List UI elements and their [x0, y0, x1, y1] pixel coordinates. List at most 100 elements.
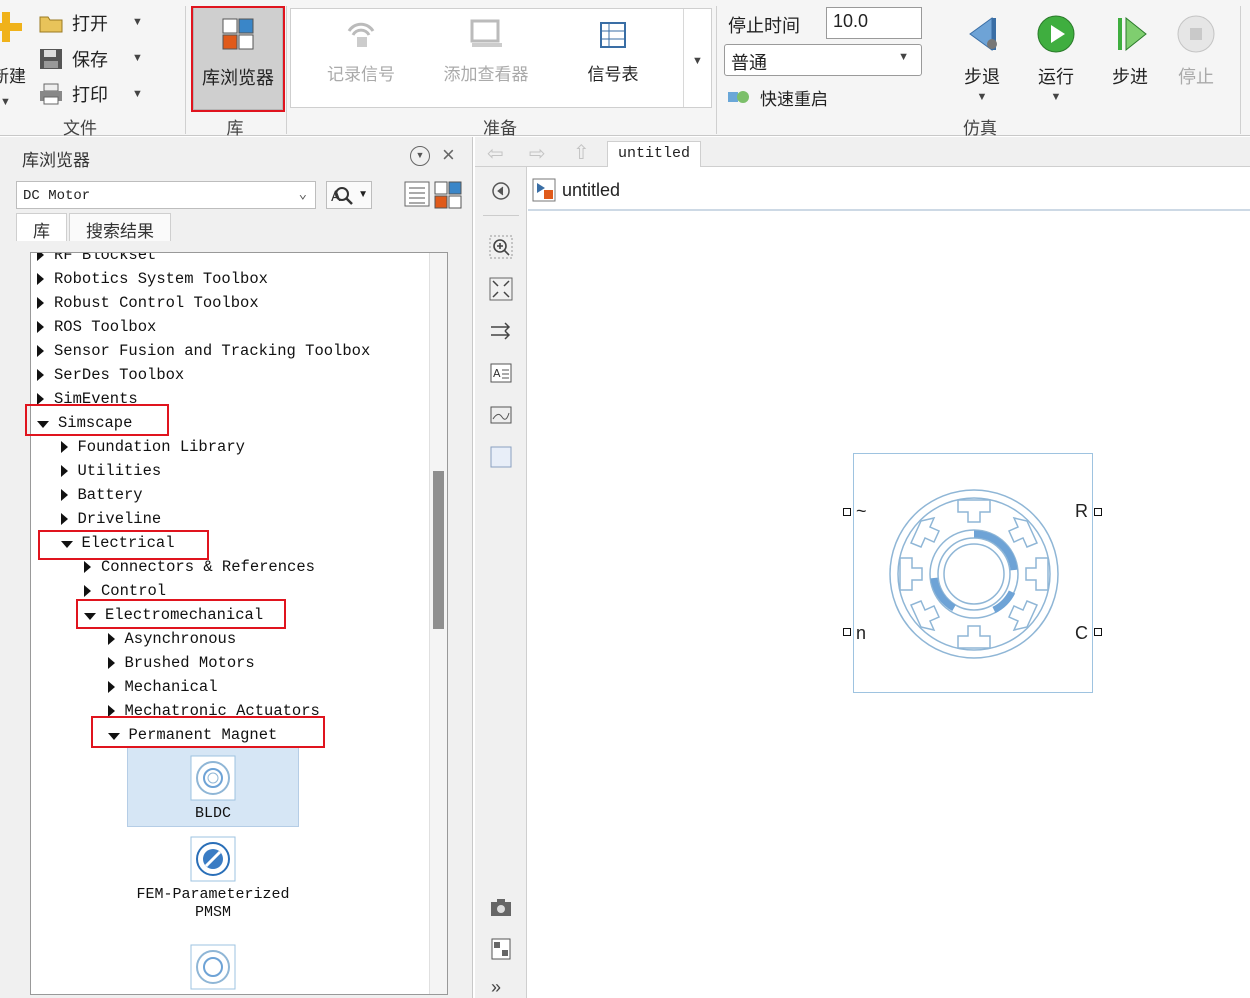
prepare-group-title: 准备: [483, 119, 517, 138]
model-browser-icon[interactable]: [489, 937, 513, 961]
print-button[interactable]: 打印: [38, 79, 108, 109]
expand-right-icon[interactable]: [107, 681, 115, 693]
expand-right-icon[interactable]: [60, 465, 68, 477]
port-right-bottom[interactable]: [1094, 628, 1102, 636]
divider: [286, 6, 287, 134]
chevron-down-icon[interactable]: ▼: [0, 96, 11, 108]
expand-right-icon[interactable]: [37, 345, 44, 357]
scroll-thumb[interactable]: [433, 471, 444, 629]
model-tab[interactable]: untitled: [607, 141, 702, 167]
expand-right-icon[interactable]: [84, 585, 91, 597]
search-button[interactable]: A ▼: [326, 181, 372, 209]
tree-item[interactable]: RF Blockset: [37, 253, 156, 267]
tree-item[interactable]: ROS Toolbox: [37, 315, 156, 339]
area-icon[interactable]: [489, 445, 513, 469]
fit-to-view-icon[interactable]: [489, 277, 513, 301]
expand-right-icon[interactable]: [60, 441, 68, 453]
tree-item-label: ROS Toolbox: [54, 318, 157, 336]
stop-button[interactable]: 停止: [1170, 14, 1222, 89]
panel-header: 库浏览器 ▼ ×: [0, 137, 473, 173]
image-icon[interactable]: [489, 403, 513, 427]
tree-item[interactable]: Sensor Fusion and Tracking Toolbox: [37, 339, 370, 363]
divider: [483, 215, 519, 216]
expand-right-icon[interactable]: [37, 321, 44, 333]
expand-right-icon[interactable]: [84, 561, 91, 573]
double-chevron-icon[interactable]: »: [491, 977, 501, 998]
chevron-down-icon: ▼: [898, 51, 909, 63]
tree-item-label: Brushed Motors: [124, 654, 255, 672]
hide-browser-icon[interactable]: [489, 179, 513, 203]
expand-right-icon[interactable]: [107, 657, 115, 669]
block-tile-fem-pmsm[interactable]: FEM-Parameterized PMSM: [127, 835, 299, 935]
library-grid-icon[interactable]: [434, 181, 462, 212]
expand-right-icon[interactable]: [107, 633, 115, 645]
tree-item[interactable]: Brushed Motors: [107, 651, 255, 675]
port-label-right-bottom: C: [1075, 623, 1088, 643]
camera-icon[interactable]: [489, 895, 513, 919]
tree-item[interactable]: Driveline: [60, 507, 161, 531]
expand-right-icon[interactable]: [37, 369, 44, 381]
tab-library[interactable]: 库: [16, 213, 67, 241]
add-viewer-button[interactable]: 添加查看器: [431, 17, 541, 85]
list-view-icon[interactable]: [404, 181, 430, 210]
chevron-down-icon[interactable]: ⌄: [299, 186, 307, 203]
save-button[interactable]: 保存: [38, 44, 108, 74]
electrical-highlight: [38, 530, 209, 560]
tree-item[interactable]: Battery: [60, 483, 143, 507]
tree-item[interactable]: Robust Control Toolbox: [37, 291, 259, 315]
tree-scrollbar[interactable]: [429, 253, 447, 994]
tree-item[interactable]: Asynchronous: [107, 627, 236, 651]
panel-menu-icon[interactable]: ▼: [410, 146, 430, 166]
port-left-bottom[interactable]: [843, 628, 851, 636]
close-icon[interactable]: ×: [442, 142, 455, 168]
bldc-block[interactable]: [853, 453, 1093, 693]
simulation-mode-select[interactable]: 普通 ▼: [724, 44, 922, 76]
zoom-in-icon[interactable]: [489, 235, 513, 259]
prepare-gallery: 记录信号 添加查看器 信号表 ▼: [290, 8, 712, 108]
viewer-icon: [470, 19, 502, 47]
expand-right-icon[interactable]: [37, 273, 44, 285]
panel-title: 库浏览器: [22, 151, 90, 170]
tree-item[interactable]: Foundation Library: [60, 435, 245, 459]
tree-item[interactable]: Mechanical: [107, 675, 218, 699]
port-left-top[interactable]: [843, 508, 851, 516]
block-tile-pmsm[interactable]: [127, 943, 299, 994]
back-arrow-icon[interactable]: ⇦: [487, 141, 504, 166]
tree-item[interactable]: Robotics System Toolbox: [37, 267, 268, 291]
open-button[interactable]: 打开: [38, 8, 108, 38]
open-dropdown-chevron-icon[interactable]: ▼: [132, 16, 143, 28]
expand-right-icon[interactable]: [60, 489, 68, 501]
toolstrip: 新建 ▼ 打开 ▼ 保存 ▼ 打印 ▼ 文件 库浏览器 库 记录信号 添加查看器…: [0, 0, 1250, 138]
annotation-icon[interactable]: A: [489, 361, 513, 385]
run-button[interactable]: 运行 ▼: [1030, 14, 1082, 103]
chevron-down-icon[interactable]: ▼: [1030, 91, 1082, 103]
expand-right-icon[interactable]: [37, 297, 44, 309]
stop-time-input[interactable]: 10.0: [826, 7, 922, 39]
chevron-down-icon[interactable]: ▼: [956, 91, 1008, 103]
tab-search-results[interactable]: 搜索结果: [69, 213, 171, 241]
electromechanical-highlight: [76, 599, 286, 629]
search-input[interactable]: DC Motor ⌄: [16, 181, 316, 209]
print-dropdown-chevron-icon[interactable]: ▼: [132, 88, 143, 100]
tree-item-label: Connectors & References: [101, 558, 315, 576]
port-right-top[interactable]: [1094, 508, 1102, 516]
new-button[interactable]: 新建 ▼: [0, 10, 26, 108]
expand-right-icon[interactable]: [37, 253, 44, 261]
block-tile-bldc[interactable]: BLDC: [127, 747, 299, 827]
up-arrow-icon[interactable]: ⇧: [573, 140, 590, 165]
signal-arrows-icon[interactable]: [489, 319, 513, 343]
step-back-button[interactable]: 步退 ▼: [956, 14, 1008, 103]
log-signals-button[interactable]: 记录信号: [311, 17, 411, 85]
log-signal-icon: [347, 22, 375, 47]
gallery-expand-button[interactable]: ▼: [683, 9, 711, 107]
signal-table-button[interactable]: 信号表: [563, 17, 663, 85]
expand-right-icon[interactable]: [60, 513, 68, 525]
step-forward-button[interactable]: 步进: [1104, 14, 1156, 89]
tree-item[interactable]: SerDes Toolbox: [37, 363, 184, 387]
forward-arrow-icon[interactable]: ⇨: [529, 141, 546, 166]
fast-restart-toggle[interactable]: 快速重启: [726, 82, 828, 112]
signal-table-icon: [600, 22, 626, 48]
chevron-down-icon: ▼: [692, 55, 703, 67]
tree-item[interactable]: Utilities: [60, 459, 161, 483]
save-dropdown-chevron-icon[interactable]: ▼: [132, 52, 143, 64]
